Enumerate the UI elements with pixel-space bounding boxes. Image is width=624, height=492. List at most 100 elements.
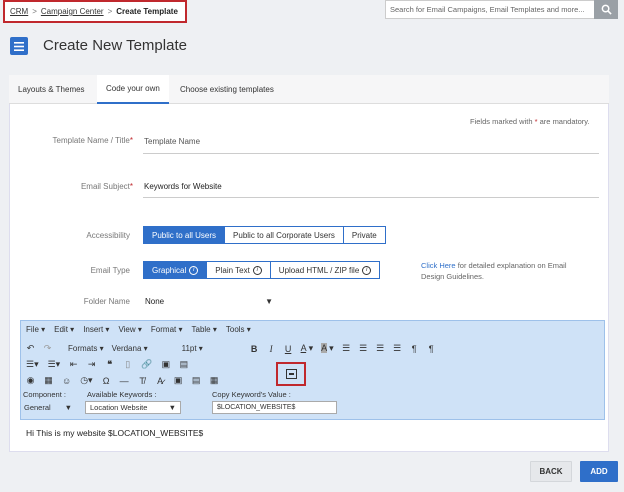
search-button[interactable] bbox=[594, 0, 618, 19]
rtl-icon[interactable]: ¶ bbox=[427, 344, 436, 354]
horizontal-rule-icon[interactable]: — bbox=[120, 376, 129, 386]
mandatory-note-suffix: are mandatory. bbox=[539, 117, 590, 126]
tab-choose-existing[interactable]: Choose existing templates bbox=[171, 75, 283, 104]
hamburger-icon bbox=[14, 41, 24, 51]
breadcrumb-current: Create Template bbox=[116, 7, 178, 16]
editor-menubar: File ▾ Edit ▾ Insert ▾ View ▾ Format ▾ T… bbox=[26, 325, 251, 334]
breadcrumb-separator: > bbox=[107, 7, 113, 16]
bullet-list-icon[interactable]: ☰▾ bbox=[26, 359, 39, 370]
preview-icon[interactable]: ◉ bbox=[26, 375, 35, 386]
image-icon[interactable]: ▣ bbox=[161, 359, 171, 370]
copy-keyword-label: Copy Keyword's Value : bbox=[212, 390, 291, 399]
bg-color-icon[interactable]: A ▾ bbox=[321, 343, 334, 354]
table-icon[interactable]: ▦ bbox=[44, 375, 53, 386]
tab-layouts-themes[interactable]: Layouts & Themes bbox=[9, 75, 94, 104]
align-right-icon[interactable]: ☰ bbox=[376, 343, 385, 354]
bold-icon[interactable]: B bbox=[250, 344, 259, 354]
menu-file[interactable]: File ▾ bbox=[26, 325, 45, 334]
template-name-underline bbox=[143, 153, 599, 154]
search-icon bbox=[601, 4, 612, 15]
align-center-icon[interactable]: ☰ bbox=[359, 343, 368, 354]
editor-content[interactable]: Hi This is my website $LOCATION_WEBSITE$ bbox=[20, 420, 605, 450]
ltr-icon[interactable]: ¶ bbox=[410, 344, 419, 354]
redo-icon[interactable]: ↷ bbox=[43, 343, 52, 354]
accessibility-label: Accessibility bbox=[86, 231, 130, 240]
mandatory-note-prefix: Fields marked with bbox=[470, 117, 533, 126]
accessibility-private[interactable]: Private bbox=[344, 227, 385, 243]
indent-icon[interactable]: ⇥ bbox=[87, 359, 96, 370]
font-size-dropdown[interactable]: 11pt ▾ bbox=[182, 344, 242, 353]
menu-edit[interactable]: Edit ▾ bbox=[54, 325, 74, 334]
bookmark-icon[interactable]: ▯ bbox=[123, 359, 132, 370]
search-input[interactable]: Search for Email Campaigns, Email Templa… bbox=[385, 0, 595, 19]
email-type-graphical[interactable]: Graphical i bbox=[144, 262, 208, 278]
emoticon-icon[interactable]: ☺ bbox=[62, 376, 71, 386]
insert-keyword-button[interactable] bbox=[276, 362, 306, 386]
align-justify-icon[interactable]: ☰ bbox=[393, 343, 402, 354]
tab-bar: Layouts & Themes Code your own Choose ex… bbox=[9, 75, 609, 104]
font-family-dropdown[interactable]: Verdana ▾ bbox=[112, 344, 172, 353]
italic-icon[interactable]: I bbox=[267, 344, 276, 354]
click-here-link[interactable]: Click Here bbox=[421, 261, 456, 270]
clock-icon[interactable]: ◷▾ bbox=[80, 375, 92, 386]
folder-select[interactable]: None ▼ bbox=[145, 297, 273, 306]
email-type-toggle: Graphical i Plain Text i Upload HTML / ZIP… bbox=[143, 261, 381, 279]
copy-keyword-field[interactable]: $LOCATION_WEBSITE$ bbox=[212, 401, 337, 414]
breadcrumb-separator: > bbox=[32, 7, 37, 16]
accessibility-public-users[interactable]: Public to all Users bbox=[144, 227, 226, 243]
breadcrumb-campaign-center-link[interactable]: Campaign Center bbox=[41, 7, 104, 16]
back-button[interactable]: BACK bbox=[530, 461, 572, 482]
breadcrumb: CRM > Campaign Center > Create Template bbox=[3, 0, 187, 23]
dropdown-arrow-icon: ▼ bbox=[265, 297, 273, 306]
menu-view[interactable]: View ▾ bbox=[118, 325, 141, 334]
accessibility-toggle: Public to all Users Public to all Corpor… bbox=[143, 226, 386, 244]
component-value: General bbox=[24, 403, 51, 412]
menu-table[interactable]: Table ▾ bbox=[192, 325, 217, 334]
rich-text-editor: File ▾ Edit ▾ Insert ▾ View ▾ Format ▾ T… bbox=[20, 320, 605, 420]
outdent-icon[interactable]: ⇤ bbox=[69, 359, 78, 370]
special-char-icon[interactable]: Ω bbox=[102, 376, 111, 386]
menu-tools[interactable]: Tools ▾ bbox=[226, 325, 251, 334]
insert-keyword-icon bbox=[285, 369, 297, 379]
breadcrumb-crm-link[interactable]: CRM bbox=[10, 7, 28, 16]
menu-format[interactable]: Format ▾ bbox=[151, 325, 183, 334]
dropdown-arrow-icon: ▼ bbox=[168, 403, 176, 412]
text-color-icon[interactable]: A ▾ bbox=[301, 343, 314, 354]
component-label: Component : bbox=[23, 390, 66, 399]
email-subject-field[interactable]: Keywords for Website bbox=[144, 182, 222, 191]
email-type-label: Email Type bbox=[90, 266, 130, 275]
undo-icon[interactable]: ↶ bbox=[26, 343, 35, 354]
formats-dropdown[interactable]: Formats ▾ bbox=[68, 344, 104, 353]
media-icon[interactable]: ▤ bbox=[179, 359, 189, 370]
link-icon[interactable]: 🔗 bbox=[141, 359, 152, 370]
numbered-list-icon[interactable]: ☰▾ bbox=[48, 359, 61, 370]
template-name-field[interactable]: Template Name bbox=[144, 137, 200, 146]
component-select[interactable]: General ▼ bbox=[24, 403, 72, 412]
template-icon[interactable]: ▦ bbox=[210, 375, 219, 386]
keywords-value: Location Website bbox=[90, 403, 148, 412]
menu-button[interactable] bbox=[10, 37, 28, 55]
page-title: Create New Template bbox=[43, 37, 187, 54]
underline-icon[interactable]: U bbox=[284, 344, 293, 354]
insert-image-icon[interactable]: ▣ bbox=[174, 375, 183, 386]
email-subject-label: Email Subject* bbox=[80, 182, 133, 191]
email-type-upload-html[interactable]: Upload HTML / ZIP file i bbox=[271, 262, 379, 278]
email-type-plain-text[interactable]: Plain Text i bbox=[207, 262, 271, 278]
keywords-select[interactable]: Location Website ▼ bbox=[85, 401, 181, 414]
insert-media-icon[interactable]: ▤ bbox=[192, 375, 201, 386]
folder-label: Folder Name bbox=[83, 297, 130, 306]
info-icon: i bbox=[252, 265, 262, 275]
menu-insert[interactable]: Insert ▾ bbox=[83, 325, 109, 334]
info-icon: i bbox=[189, 265, 199, 275]
template-name-label: Template Name / Title* bbox=[52, 136, 134, 145]
clear-format-icon[interactable]: T̸ bbox=[138, 376, 147, 386]
editor-toolbar-3: ◉ ▦ ☺ ◷▾ Ω — T̸ A̷ ▣ ▤ ▦ bbox=[26, 375, 219, 386]
blockquote-icon[interactable]: ❝ bbox=[105, 359, 114, 370]
align-left-icon[interactable]: ☰ bbox=[342, 343, 351, 354]
add-button[interactable]: ADD bbox=[580, 461, 618, 482]
accessibility-corporate-users[interactable]: Public to all Corporate Users bbox=[225, 227, 344, 243]
folder-value: None bbox=[145, 297, 165, 306]
mandatory-note: Fields marked with * are mandatory. bbox=[470, 117, 590, 126]
tab-code-your-own[interactable]: Code your own bbox=[97, 75, 169, 104]
spellcheck-icon[interactable]: A̷ bbox=[156, 376, 165, 386]
